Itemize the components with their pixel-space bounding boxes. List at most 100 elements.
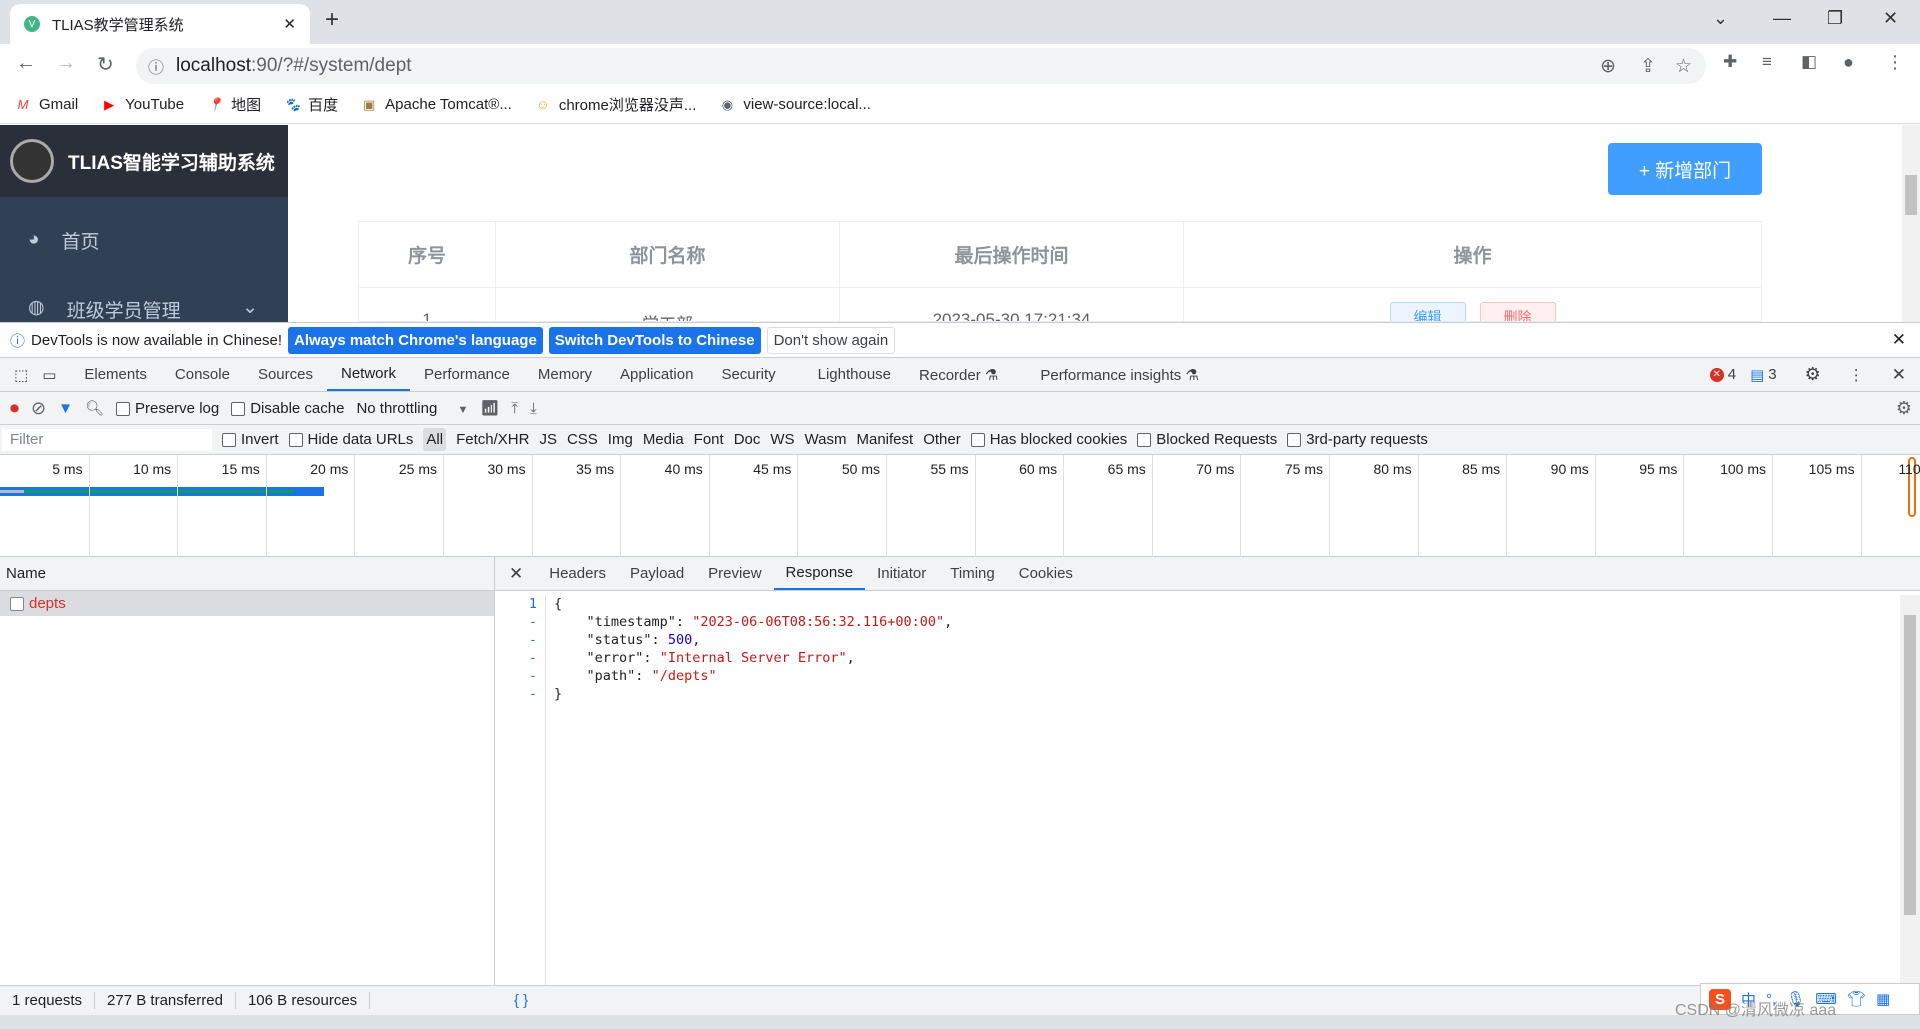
info-icon[interactable]: ⓘ: [148, 54, 164, 78]
tab-payload[interactable]: Payload: [618, 557, 696, 590]
tab-network[interactable]: Network: [326, 358, 410, 391]
invert-checkbox[interactable]: Invert: [222, 431, 279, 448]
response-scrollbar[interactable]: [1900, 595, 1920, 985]
tab-lighthouse[interactable]: Lighthouse: [790, 358, 905, 391]
throttling-select[interactable]: No throttling ▼: [356, 400, 468, 417]
close-infobar-icon[interactable]: ✕: [1892, 330, 1906, 350]
type-js[interactable]: JS: [539, 431, 557, 448]
record-stop-icon[interactable]: ⏺: [10, 398, 19, 419]
preserve-log-checkbox[interactable]: Preserve log: [116, 400, 219, 417]
tab-console[interactable]: Console: [161, 358, 244, 391]
bookmark-baidu[interactable]: 🐾 百度: [283, 94, 338, 115]
tab-preview[interactable]: Preview: [696, 557, 773, 590]
tab-response[interactable]: Response: [773, 557, 866, 590]
share-icon[interactable]: ⇪: [1640, 55, 1656, 78]
tab-elements[interactable]: Elements: [70, 358, 161, 391]
tab-performance[interactable]: Performance: [410, 358, 524, 391]
match-language-button[interactable]: Always match Chrome's language: [287, 326, 543, 354]
type-media[interactable]: Media: [643, 431, 684, 448]
search-icon[interactable]: 🔍︎: [85, 399, 104, 417]
page-scrollbar[interactable]: [1902, 125, 1920, 322]
type-ws[interactable]: WS: [770, 431, 794, 448]
dont-show-button[interactable]: Don't show again: [766, 326, 896, 354]
timeline-gridline: [797, 455, 799, 557]
media-icon[interactable]: ≡: [1762, 52, 1772, 72]
type-other[interactable]: Other: [923, 431, 961, 448]
tab-performance-insights[interactable]: Performance insights ⚗: [1012, 358, 1213, 391]
filter-icon[interactable]: ▼: [58, 400, 73, 417]
close-tab-icon[interactable]: ✕: [283, 15, 296, 33]
tab-recorder[interactable]: Recorder ⚗: [905, 358, 1012, 391]
extensions-icon[interactable]: ✚: [1723, 52, 1737, 72]
bookmark-youtube[interactable]: ▶ YouTube: [100, 96, 184, 114]
type-all[interactable]: All: [423, 428, 447, 451]
type-doc[interactable]: Doc: [734, 431, 761, 448]
zoom-icon[interactable]: ⊕: [1600, 55, 1616, 78]
bookmark-chrome-sound[interactable]: ☺ chrome浏览器没声...: [534, 94, 696, 115]
more-icon[interactable]: ⋮: [1835, 358, 1878, 391]
export-har-icon[interactable]: ⤓: [530, 400, 537, 417]
back-button[interactable]: ←: [16, 52, 36, 75]
third-party-checkbox[interactable]: 3rd-party requests: [1287, 431, 1428, 448]
error-count-badge[interactable]: ✕ 4: [1696, 358, 1750, 391]
forward-button[interactable]: →: [56, 52, 76, 75]
edit-button[interactable]: 编辑: [1389, 302, 1466, 321]
bookmark-star-icon[interactable]: ☆: [1675, 55, 1692, 78]
filter-input[interactable]: Filter: [2, 428, 212, 451]
name-column-header[interactable]: Name: [0, 557, 494, 591]
tab-timing[interactable]: Timing: [938, 557, 1006, 590]
device-toggle-icon[interactable]: ▭: [42, 358, 70, 391]
tab-application[interactable]: Application: [606, 358, 707, 391]
bookmark-gmail[interactable]: M Gmail: [14, 96, 79, 114]
tab-memory[interactable]: Memory: [524, 358, 606, 391]
tab-cookies[interactable]: Cookies: [1007, 557, 1085, 590]
network-overview-timeline[interactable]: 5 ms 10 ms 15 ms 20 ms 25 ms 30 ms 35 ms 40 ms 4…: [0, 455, 1920, 557]
restore-button[interactable]: ❐: [1827, 8, 1843, 29]
side-panel-icon[interactable]: ◧: [1801, 52, 1817, 72]
minimize-button[interactable]: —: [1773, 8, 1791, 29]
tab-security[interactable]: Security: [707, 358, 789, 391]
import-har-icon[interactable]: ⤒: [511, 400, 518, 417]
new-tab-button[interactable]: +: [325, 6, 339, 34]
profile-avatar[interactable]: ●: [1843, 52, 1854, 73]
reload-button[interactable]: ↻: [97, 52, 114, 77]
delete-button[interactable]: 删除: [1479, 302, 1556, 321]
type-img[interactable]: Img: [608, 431, 633, 448]
browser-tab[interactable]: V TLIAS教学管理系统 ✕: [10, 4, 310, 44]
hide-data-urls-checkbox[interactable]: Hide data URLs: [288, 431, 413, 448]
bookmark-tomcat[interactable]: ▣ Apache Tomcat®...: [360, 96, 512, 114]
blocked-cookies-checkbox[interactable]: Has blocked cookies: [970, 431, 1127, 448]
bookmark-maps[interactable]: 📍 地图: [206, 94, 261, 115]
network-conditions-icon[interactable]: 📶︎: [480, 399, 499, 417]
switch-chinese-button[interactable]: Switch DevTools to Chinese: [548, 326, 761, 354]
pretty-print-button[interactable]: { }: [502, 992, 540, 1009]
sidebar-item-class[interactable]: ◍ 班级学员管理 ⌄: [0, 296, 288, 322]
type-css[interactable]: CSS: [567, 431, 598, 448]
tab-sources[interactable]: Sources: [244, 358, 327, 391]
type-fetch-xhr[interactable]: Fetch/XHR: [456, 431, 529, 448]
close-window-button[interactable]: ✕: [1883, 8, 1898, 29]
type-font[interactable]: Font: [694, 431, 724, 448]
close-devtools-icon[interactable]: ✕: [1878, 358, 1920, 391]
add-dept-button[interactable]: + 新增部门: [1608, 143, 1762, 195]
clear-icon[interactable]: ⊘: [31, 398, 46, 419]
tab-headers[interactable]: Headers: [537, 557, 618, 590]
inspect-icon[interactable]: ⬚: [0, 358, 42, 391]
timeline-gridline: [708, 455, 710, 557]
address-bar[interactable]: ⓘ localhost:90/?#/system/dept ⊕ ⇪ ☆: [136, 48, 1706, 84]
network-settings-icon[interactable]: ⚙: [1896, 398, 1912, 419]
tab-initiator[interactable]: Initiator: [865, 557, 938, 590]
request-row[interactable]: depts: [0, 591, 494, 616]
type-manifest[interactable]: Manifest: [857, 431, 914, 448]
blocked-requests-checkbox[interactable]: Blocked Requests: [1137, 431, 1277, 448]
close-details-icon[interactable]: ✕: [495, 557, 537, 590]
type-wasm[interactable]: Wasm: [805, 431, 847, 448]
response-body[interactable]: { "timestamp": "2023-06-06T08:56:32.116+…: [554, 595, 952, 703]
message-count-badge[interactable]: ▤ 3: [1750, 358, 1791, 391]
disable-cache-checkbox[interactable]: Disable cache: [231, 400, 344, 417]
tab-search-icon[interactable]: ⌄: [1713, 8, 1728, 29]
sidebar-item-home[interactable]: ◕ 首页: [0, 215, 288, 265]
settings-icon[interactable]: ⚙: [1791, 358, 1835, 391]
chrome-menu-icon[interactable]: ⋮: [1886, 52, 1904, 73]
bookmark-view-source[interactable]: ◉ view-source:local...: [718, 96, 871, 114]
